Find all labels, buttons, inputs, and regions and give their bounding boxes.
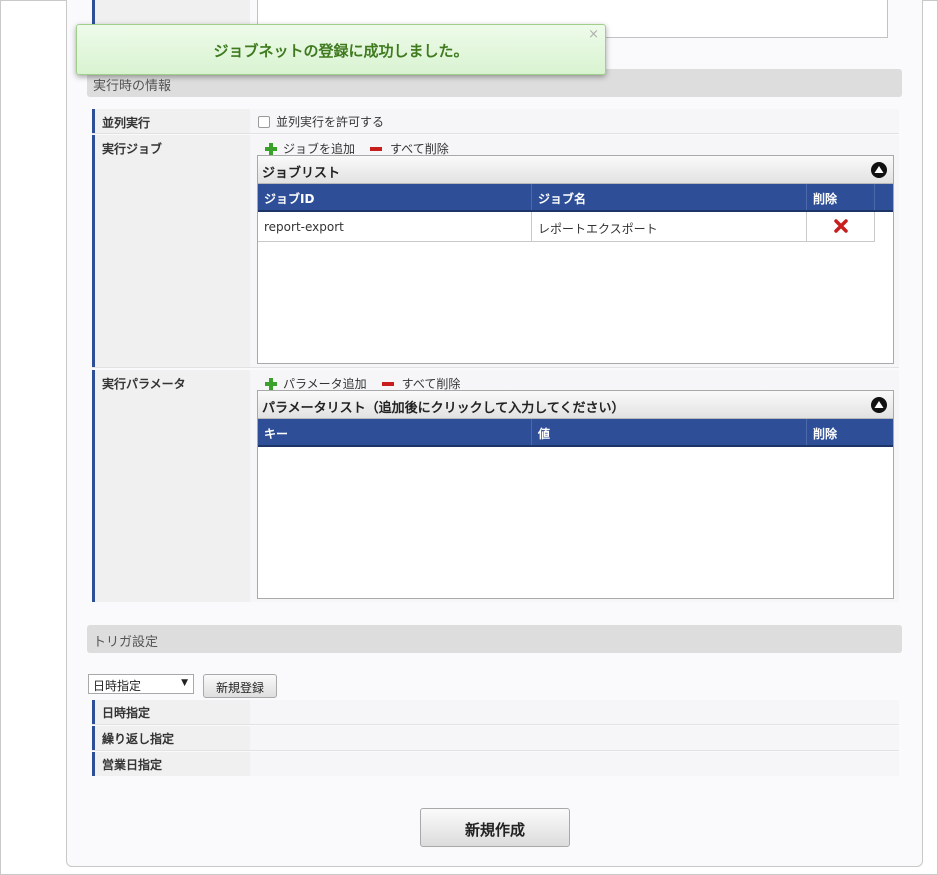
toast-message: ジョブネットの登録に成功しました。 xyxy=(213,42,469,60)
collapse-icon[interactable] xyxy=(871,162,887,178)
trigger-row-value xyxy=(250,726,899,750)
col-value[interactable]: 値 xyxy=(532,419,807,445)
parallel-value: 並列実行を許可する xyxy=(250,109,899,133)
trigger-type-value: 日時指定 xyxy=(93,679,142,693)
trigger-row-value xyxy=(250,752,899,776)
trigger-row-label: 日時指定 xyxy=(92,700,250,724)
trigger-row-label: 繰り返し指定 xyxy=(92,726,250,750)
params-row: 実行パラメータ パラメータ追加 すべて削除 パラメータリスト（追加後にクリックし… xyxy=(92,370,899,602)
trigger-type-select[interactable]: 日時指定 ▼ xyxy=(88,674,194,694)
row-separator xyxy=(92,750,899,751)
parallel-checkbox-label: 並列実行を許可する xyxy=(276,115,385,129)
trigger-row: 営業日指定 xyxy=(92,752,899,776)
param-list-grid: パラメータリスト（追加後にクリックして入力してください） キー 値 削除 xyxy=(257,390,894,599)
job-list-header: ジョブID ジョブ名 削除 xyxy=(258,184,893,212)
jobs-row: 実行ジョブ ジョブを追加 すべて削除 ジョブリスト ジョブID ジョブ名 削除 xyxy=(92,135,899,367)
table-row[interactable]: report-export レポートエクスポート xyxy=(258,212,893,242)
row-separator xyxy=(92,133,899,134)
parallel-checkbox-wrap[interactable]: 並列実行を許可する xyxy=(258,113,384,130)
trigger-row: 日時指定 xyxy=(92,700,899,724)
row-separator xyxy=(92,367,899,368)
parallel-checkbox[interactable] xyxy=(258,115,270,128)
minus-icon xyxy=(370,146,383,151)
params-value: パラメータ追加 すべて削除 パラメータリスト（追加後にクリックして入力してくださ… xyxy=(250,370,899,602)
param-list-title-text: パラメータリスト（追加後にクリックして入力してください） xyxy=(262,401,625,416)
params-label: 実行パラメータ xyxy=(92,370,250,602)
register-trigger-button[interactable]: 新規登録 xyxy=(203,674,277,698)
plus-icon xyxy=(265,377,277,390)
job-name-cell: レポートエクスポート xyxy=(532,212,807,242)
section-title: 実行時の情報 xyxy=(93,79,172,94)
collapse-icon[interactable] xyxy=(871,397,887,413)
parallel-label: 並列実行 xyxy=(92,109,250,133)
section-title: トリガ設定 xyxy=(93,635,159,650)
col-job-name[interactable]: ジョブ名 xyxy=(532,184,807,210)
section-header-trigger: トリガ設定 xyxy=(87,625,902,653)
col-delete[interactable]: 削除 xyxy=(807,419,893,445)
close-icon[interactable]: × xyxy=(588,27,599,42)
parallel-row: 並列実行 並列実行を許可する xyxy=(92,109,899,133)
col-key[interactable]: キー xyxy=(258,419,532,445)
job-list-grid: ジョブリスト ジョブID ジョブ名 削除 report-export レポートエ… xyxy=(257,155,894,364)
row-separator xyxy=(92,724,899,725)
trigger-row-label: 営業日指定 xyxy=(92,752,250,776)
trigger-row-value xyxy=(250,700,899,724)
jobs-label: 実行ジョブ xyxy=(92,135,250,367)
job-list-title-text: ジョブリスト xyxy=(262,166,341,181)
chevron-down-icon: ▼ xyxy=(181,678,188,688)
jobs-value: ジョブを追加 すべて削除 ジョブリスト ジョブID ジョブ名 削除 report… xyxy=(250,135,899,367)
param-list-header: キー 値 削除 xyxy=(258,419,893,447)
job-list-title: ジョブリスト xyxy=(258,156,893,184)
param-list-title: パラメータリスト（追加後にクリックして入力してください） xyxy=(258,391,893,419)
col-delete[interactable]: 削除 xyxy=(807,184,875,210)
col-job-id[interactable]: ジョブID xyxy=(258,184,532,210)
minus-icon xyxy=(381,381,394,386)
delete-icon[interactable] xyxy=(833,219,848,233)
job-id-cell: report-export xyxy=(258,212,532,242)
success-toast: ジョブネットの登録に成功しました。 × xyxy=(76,24,606,75)
col-spacer xyxy=(875,184,893,210)
plus-icon xyxy=(265,142,277,155)
delete-cell xyxy=(807,212,875,242)
trigger-row: 繰り返し指定 xyxy=(92,726,899,750)
create-button[interactable]: 新規作成 xyxy=(420,808,570,847)
